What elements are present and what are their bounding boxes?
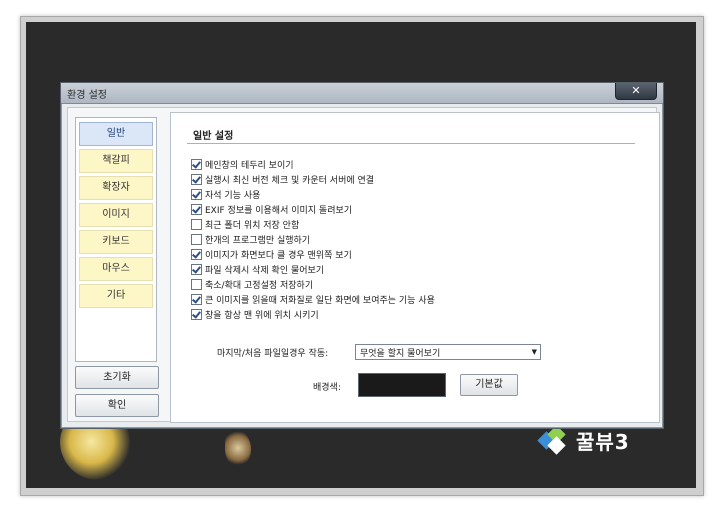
sidebar-item-general[interactable]: 일반: [79, 122, 153, 146]
option-single-instance[interactable]: 한개의 프로그램만 실행하기: [191, 232, 310, 246]
option-label: 메인창의 테두리 보이기: [205, 160, 294, 171]
select-value: 무엇을 할지 물어보기: [360, 349, 441, 359]
section-divider: [187, 143, 635, 144]
last-file-label: 마지막/처음 파일일경우 작동:: [217, 349, 329, 359]
option-show-border[interactable]: 메인창의 테두리 보이기: [191, 157, 294, 171]
option-label: 한개의 프로그램만 실행하기: [205, 235, 311, 246]
option-label: 창을 항상 맨 위에 위치 시키기: [205, 310, 319, 321]
option-label: 파일 삭제시 삭제 확인 물어보기: [205, 265, 325, 276]
ok-button[interactable]: 확인: [75, 394, 159, 417]
checkbox[interactable]: [191, 248, 202, 260]
settings-dialog: 환경 설정 ✕ 일반 책갈피 확장자 이미지 키보드 마우스 기타 초기화 확인…: [60, 82, 664, 429]
checkbox[interactable]: [191, 218, 202, 230]
checkbox[interactable]: [191, 278, 202, 290]
last-file-action-select[interactable]: 무엇을 할지 물어보기 ▼: [355, 344, 541, 360]
dialog-title: 환경 설정: [67, 90, 107, 101]
chevron-down-icon: ▼: [531, 348, 537, 356]
checkbox[interactable]: [191, 233, 202, 245]
bg-color-swatch[interactable]: [358, 373, 446, 397]
option-confirm-delete[interactable]: 파일 삭제시 삭제 확인 물어보기: [191, 262, 324, 276]
sidebar-item-extensions[interactable]: 확장자: [79, 176, 153, 200]
sidebar-item-keyboard[interactable]: 키보드: [79, 230, 153, 254]
option-label: 실행시 최신 버전 체크 및 카운터 서버에 연결: [205, 175, 375, 186]
option-always-on-top[interactable]: 창을 항상 맨 위에 위치 시키기: [191, 307, 319, 321]
sidebar-item-image[interactable]: 이미지: [79, 203, 153, 227]
dialog-body: 일반 책갈피 확장자 이미지 키보드 마우스 기타 초기화 확인 일반 설정 메…: [67, 107, 660, 423]
option-top-view[interactable]: 이미지가 화면보다 클 경우 맨위쪽 보기: [191, 247, 352, 261]
option-low-quality-preview[interactable]: 큰 이미지를 읽을때 저화질로 일단 화면에 보여주는 기능 사용: [191, 292, 435, 306]
checkbox[interactable]: [191, 173, 202, 185]
option-magnet[interactable]: 자석 기능 사용: [191, 187, 260, 201]
logo-text: 꿀뷰3: [576, 429, 630, 454]
checkbox[interactable]: [191, 308, 202, 320]
option-label: 이미지가 화면보다 클 경우 맨위쪽 보기: [205, 250, 352, 261]
logo-diamond-icon: [537, 425, 572, 455]
reset-button[interactable]: 초기화: [75, 366, 159, 389]
default-button[interactable]: 기본값: [460, 374, 518, 396]
option-label: 축소/확대 고정설정 저장하기: [205, 280, 314, 291]
option-label: 자석 기능 사용: [205, 190, 261, 201]
checkbox[interactable]: [191, 263, 202, 275]
option-no-recent-folder[interactable]: 최근 폴더 위치 저장 안함: [191, 217, 299, 231]
bg-color-label: 배경색:: [313, 383, 341, 393]
general-settings-panel: 일반 설정 메인창의 테두리 보이기 실행시 최신 버전 체크 및 카운터 서버…: [170, 112, 660, 423]
option-label: EXIF 정보를 이용해서 이미지 돌려보기: [205, 205, 353, 216]
checkbox[interactable]: [191, 188, 202, 200]
dialog-titlebar[interactable]: 환경 설정 ✕: [61, 83, 663, 104]
checkbox[interactable]: [191, 158, 202, 170]
sidebar-item-etc[interactable]: 기타: [79, 284, 153, 308]
option-label: 큰 이미지를 읽을때 저화질로 일단 화면에 보여주는 기능 사용: [205, 295, 435, 306]
category-list: 일반 책갈피 확장자 이미지 키보드 마우스 기타: [75, 117, 157, 362]
checkbox[interactable]: [191, 293, 202, 305]
option-exif-rotate[interactable]: EXIF 정보를 이용해서 이미지 돌려보기: [191, 202, 352, 216]
sidebar-item-mouse[interactable]: 마우스: [79, 257, 153, 281]
option-save-zoom[interactable]: 축소/확대 고정설정 저장하기: [191, 277, 313, 291]
close-button[interactable]: ✕: [615, 83, 657, 100]
section-title: 일반 설정: [193, 131, 234, 142]
option-label: 최근 폴더 위치 저장 안함: [205, 220, 300, 231]
sidebar-item-bookmarks[interactable]: 책갈피: [79, 149, 153, 173]
option-check-update[interactable]: 실행시 최신 버전 체크 및 카운터 서버에 연결: [191, 172, 374, 186]
checkbox[interactable]: [191, 203, 202, 215]
background-figure-small: [225, 430, 251, 466]
